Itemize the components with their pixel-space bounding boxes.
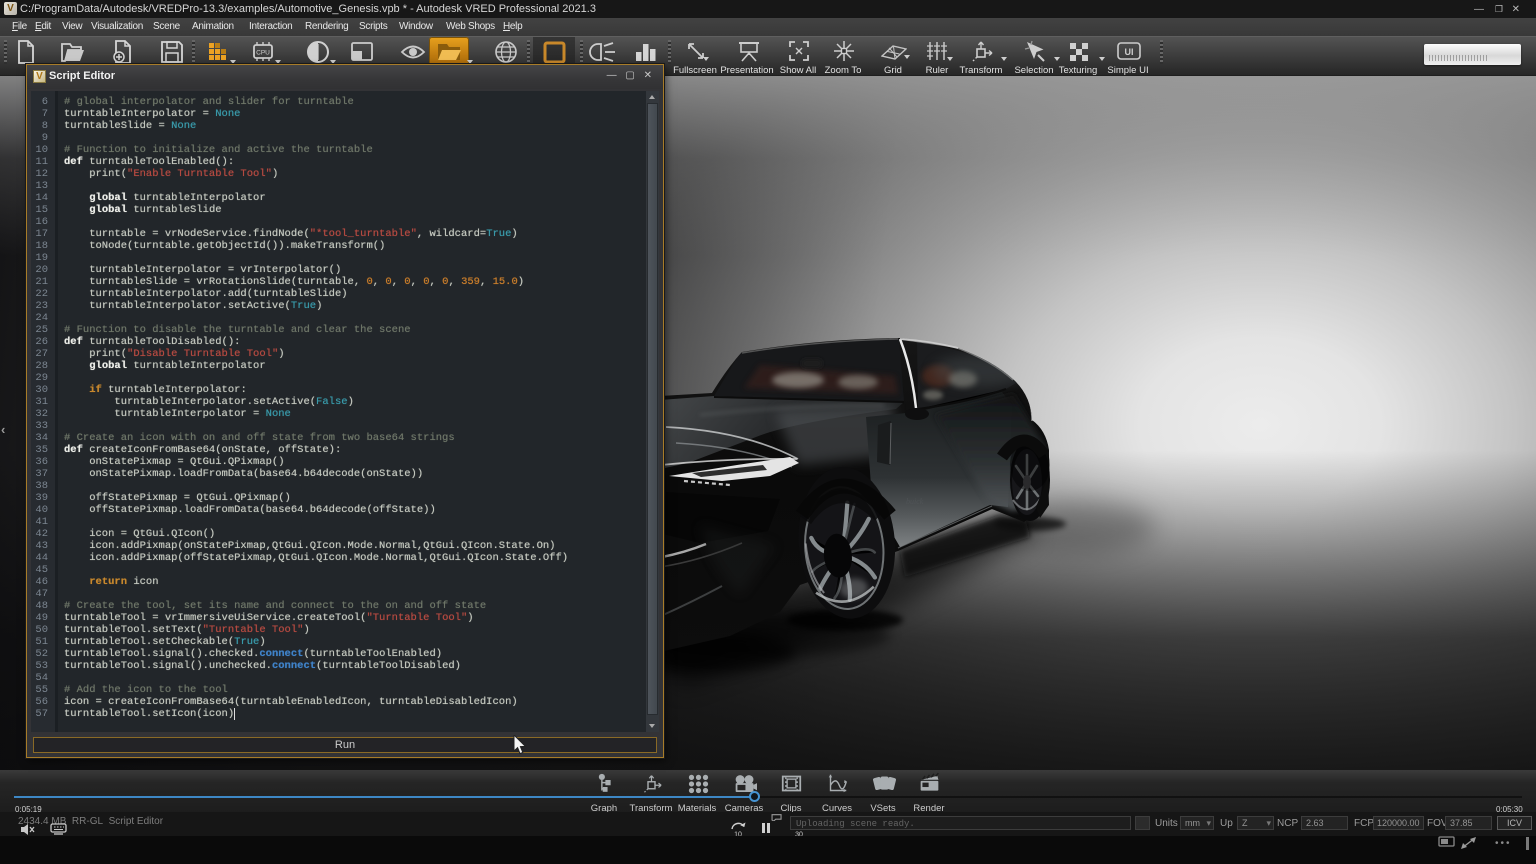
svg-text:CPU: CPU bbox=[256, 50, 270, 57]
svg-text:buick: buick bbox=[906, 497, 924, 506]
svg-text:UI: UI bbox=[1125, 47, 1134, 57]
